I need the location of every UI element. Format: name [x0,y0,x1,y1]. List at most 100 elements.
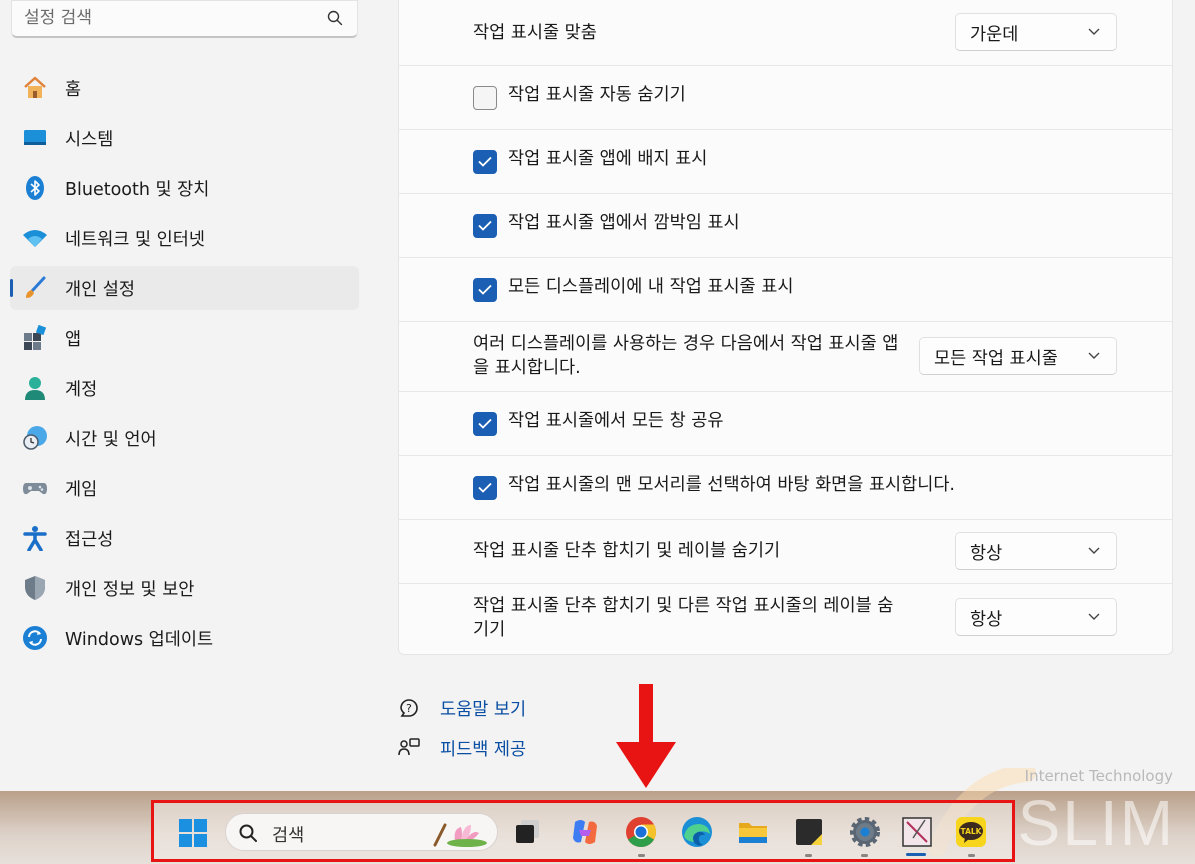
flashing-checkbox[interactable] [473,214,497,238]
feedback-link[interactable]: 피드백 제공 [440,736,526,761]
home-icon [24,76,46,98]
sidebar-item-label: 앱 [65,329,82,350]
sidebar-item-system[interactable]: 시스템 [10,116,359,160]
setting-row-combine: 작업 표시줄 단추 합치기 및 레이블 숨기기 항상 [399,520,1172,584]
combine-other-label: 작업 표시줄 단추 합치기 및 다른 작업 표시줄의 레이블 숨기기 [473,596,894,640]
brush-icon [26,276,46,298]
settings-search-box[interactable] [11,0,358,38]
combine-other-value: 항상 [970,610,1003,630]
checkmark-icon [478,418,492,429]
sidebar-item-network[interactable]: 네트워크 및 인터넷 [10,216,359,260]
apps-icon [24,325,47,350]
kakaotalk-icon[interactable]: TALK [955,816,987,848]
chevron-down-icon [1088,28,1100,35]
task-view-icon[interactable] [512,816,544,848]
edge-icon[interactable] [681,816,713,848]
accessibility-icon [23,526,47,551]
taskbar-search-text: 검색 [272,826,305,846]
auto-hide-checkbox[interactable] [473,86,497,110]
wifi-icon [23,230,47,247]
sidebar-item-label: 시스템 [65,129,114,150]
gamepad-icon [23,483,47,495]
alignment-label: 작업 표시줄 맞춤 [473,23,597,43]
chrome-running-indicator [638,854,645,857]
copilot-icon[interactable] [569,816,601,848]
search-icon [239,824,257,842]
start-icon[interactable] [178,818,208,848]
combine-dropdown[interactable]: 항상 [955,532,1117,570]
sidebar-item-accounts[interactable]: 계정 [10,366,359,410]
taskbar-behaviors-card: 작업 표시줄 맞춤 가운데 작업 표시줄 자동 숨기기 작업 표시줄 앱에 배지… [398,0,1173,655]
setting-row-auto-hide: 작업 표시줄 자동 숨기기 [399,66,1172,130]
get-help-link[interactable]: 도움말 보기 [440,696,526,721]
chevron-down-icon [1088,352,1100,359]
sidebar-item-bluetooth[interactable]: Bluetooth 및 장치 [10,166,359,210]
sidebar-item-label: 계정 [65,379,98,400]
taskbar-search-box[interactable]: 검색 [225,813,498,851]
badges-checkbox[interactable] [473,150,497,174]
search-icon [327,10,343,26]
sidebar-item-apps[interactable]: 앱 [10,316,359,360]
flashing-label: 작업 표시줄 앱에서 깜박임 표시 [508,213,740,233]
combine-label: 작업 표시줄 단추 합치기 및 레이블 숨기기 [473,541,781,561]
auto-hide-label: 작업 표시줄 자동 숨기기 [508,85,686,105]
shield-icon [25,576,45,600]
file-explorer-icon[interactable] [737,816,769,848]
chevron-down-icon [1088,547,1100,554]
far-corner-checkbox[interactable] [473,476,497,500]
sidebar-item-label: Windows 업데이트 [65,629,214,650]
red-arrow-annotation [616,684,676,788]
chrome-icon[interactable] [625,816,657,848]
sidebar-item-label: Bluetooth 및 장치 [65,179,210,200]
watermark-tagline: Internet Technology [1024,767,1173,785]
snipping-tool-icon[interactable] [901,816,933,848]
share-window-label: 작업 표시줄에서 모든 창 공유 [508,411,724,431]
multi-display-dropdown[interactable]: 모든 작업 표시줄 [919,337,1117,375]
get-help-link-row[interactable]: ? 도움말 보기 [398,695,526,721]
search-highlight-icon [433,823,487,847]
bluetooth-icon [26,176,44,200]
help-icon: ? [400,699,418,717]
update-icon [23,626,47,650]
multi-display-label: 여러 디스플레이를 사용하는 경우 다음에서 작업 표시줄 앱을 표시합니다. [473,334,899,378]
settings-gear-icon[interactable] [849,816,881,848]
sidebar-item-label: 홈 [65,79,82,100]
search-input[interactable] [24,5,314,31]
checkmark-icon [478,156,492,167]
sidebar-nav: 홈 시스템 Bluetooth 및 장치 네트워크 및 인터넷 개인 설정 앱 … [10,66,359,666]
sidebar-item-label: 시간 및 언어 [65,429,157,450]
feedback-link-row[interactable]: 피드백 제공 [398,735,526,761]
setting-row-all-displays: 모든 디스플레이에 내 작업 표시줄 표시 [399,258,1172,322]
feedback-icon [398,738,420,756]
sidebar-item-personalization[interactable]: 개인 설정 [10,266,359,310]
sidebar-item-label: 게임 [65,479,98,500]
sidebar-item-gaming[interactable]: 게임 [10,466,359,510]
setting-row-far-corner: 작업 표시줄의 맨 모서리를 선택하여 바탕 화면을 표시합니다. [399,456,1172,520]
help-links: ? 도움말 보기 피드백 제공 [398,695,526,775]
alignment-value: 가운데 [970,25,1019,45]
setting-row-combine-other: 작업 표시줄 단추 합치기 및 다른 작업 표시줄의 레이블 숨기기 항상 [399,584,1172,654]
setting-row-flashing: 작업 표시줄 앱에서 깜박임 표시 [399,194,1172,258]
chevron-down-icon [1088,613,1100,620]
combine-value: 항상 [970,544,1003,564]
settings-running-indicator [861,854,868,857]
sidebar-item-time-language[interactable]: 시간 및 언어 [10,416,359,460]
svg-text:?: ? [406,702,412,715]
sticky-notes-icon[interactable] [793,816,825,848]
alignment-dropdown[interactable]: 가운데 [955,13,1117,51]
checkmark-icon [478,482,492,493]
clock-globe-icon [23,426,47,450]
combine-other-dropdown[interactable]: 항상 [955,598,1117,636]
sidebar-item-privacy[interactable]: 개인 정보 및 보안 [10,566,359,610]
sidebar-item-windows-update[interactable]: Windows 업데이트 [10,616,359,660]
account-icon [25,377,45,400]
all-displays-checkbox[interactable] [473,278,497,302]
all-displays-label: 모든 디스플레이에 내 작업 표시줄 표시 [508,277,794,297]
snipping-tool-active-indicator [906,853,926,856]
setting-row-badges: 작업 표시줄 앱에 배지 표시 [399,130,1172,194]
setting-row-share-window: 작업 표시줄에서 모든 창 공유 [399,392,1172,456]
sidebar-item-accessibility[interactable]: 접근성 [10,516,359,560]
sidebar-item-label: 개인 정보 및 보안 [65,579,195,600]
sidebar-item-home[interactable]: 홈 [10,66,359,110]
share-window-checkbox[interactable] [473,412,497,436]
